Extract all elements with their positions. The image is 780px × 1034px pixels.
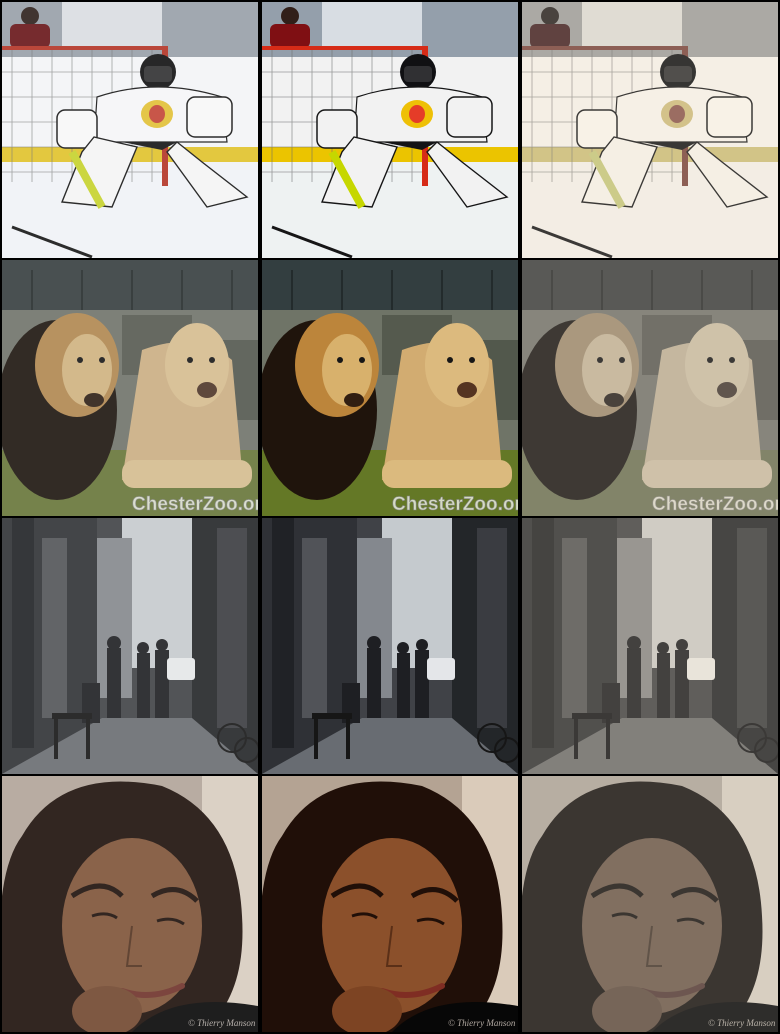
portrait-woman-image-vivid: © Thierry Manson	[262, 776, 518, 1032]
street-arcade-scene	[522, 518, 778, 774]
lions-image-hazy: ChesterZoo.org	[2, 260, 258, 516]
portrait-woman-scene: © Thierry Manson	[2, 776, 258, 1032]
image-comparison-grid: ChesterZoo.org ChesterZoo.org	[0, 0, 780, 1034]
street-arcade-image-vivid	[262, 518, 518, 774]
lions-image-vivid: ChesterZoo.org	[262, 260, 518, 516]
hockey-goalie-scene	[522, 2, 778, 258]
photo-credit: © Thierry Manson	[448, 1018, 516, 1028]
photo-credit: © Thierry Manson	[188, 1018, 256, 1028]
lions-scene: ChesterZoo.org	[522, 260, 778, 516]
hockey-goalie-image-hazy	[2, 2, 258, 258]
portrait-woman-image-hazy: © Thierry Manson	[2, 776, 258, 1032]
photo-credit: © Thierry Manson	[708, 1018, 776, 1028]
street-arcade-scene	[262, 518, 518, 774]
hockey-goalie-image-faded	[522, 2, 778, 258]
hockey-goalie-image-vivid	[262, 2, 518, 258]
lions-scene: ChesterZoo.org	[2, 260, 258, 516]
chesterzoo-watermark: ChesterZoo.org	[132, 494, 258, 515]
portrait-woman-scene: © Thierry Manson	[522, 776, 778, 1032]
portrait-woman-scene: © Thierry Manson	[262, 776, 518, 1032]
chesterzoo-watermark: ChesterZoo.org	[652, 494, 778, 515]
hockey-goalie-scene	[262, 2, 518, 258]
street-arcade-image-hazy	[2, 518, 258, 774]
street-arcade-image-faded	[522, 518, 778, 774]
street-arcade-scene	[2, 518, 258, 774]
hockey-goalie-scene	[2, 2, 258, 258]
chesterzoo-watermark: ChesterZoo.org	[392, 494, 518, 515]
portrait-woman-image-faded: © Thierry Manson	[522, 776, 778, 1032]
lions-image-faded: ChesterZoo.org	[522, 260, 778, 516]
lions-scene: ChesterZoo.org	[262, 260, 518, 516]
